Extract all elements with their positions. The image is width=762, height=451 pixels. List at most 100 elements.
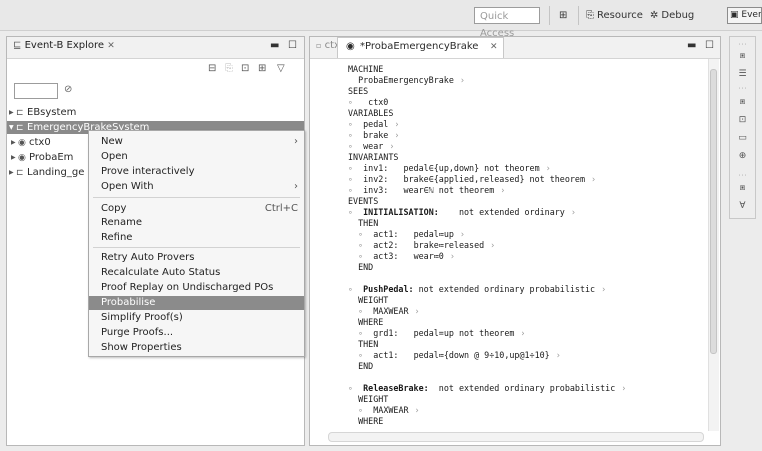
comment-marker-icon[interactable]: › [490, 240, 495, 250]
code-line: ∘ wear › [348, 141, 394, 151]
proof-tree-icon[interactable]: ▭ [730, 133, 755, 143]
menu-item-probabilise[interactable]: Probabilise [89, 296, 304, 310]
new-component-icon[interactable]: ⊞ [258, 63, 266, 74]
code-line: INVARIANTS [348, 152, 398, 162]
main-toolbar: Quick Access ⊞ ⎘Resource ✲Debug ▣ Event-… [0, 0, 762, 39]
menu-item-show-properties[interactable]: Show Properties [89, 341, 304, 355]
comment-marker-icon[interactable]: › [621, 383, 626, 393]
rodin-problems-icon[interactable]: ⊡ [730, 115, 755, 125]
minimize-icon[interactable]: ▬ [270, 40, 279, 51]
menu-item-open[interactable]: Open [89, 150, 304, 164]
comment-marker-icon[interactable]: › [394, 119, 399, 129]
obligation-explorer-icon[interactable]: ⧆ [730, 183, 755, 193]
collapse-icon[interactable]: ▼ [9, 121, 16, 134]
comment-marker-icon[interactable]: › [394, 130, 399, 140]
comment-marker-icon[interactable]: › [500, 185, 505, 195]
proof-control-icon[interactable]: ⊕ [730, 151, 755, 161]
bullet-icon: ∘ [358, 350, 374, 360]
expand-icon[interactable]: ▶ [11, 136, 18, 149]
comment-marker-icon[interactable]: › [415, 306, 420, 316]
menu-item-new[interactable]: New › [89, 135, 304, 149]
menu-item-label: Refine [101, 232, 133, 243]
comment-marker-icon[interactable]: › [460, 75, 465, 85]
collapse-all-icon[interactable]: ⊟ [208, 63, 216, 74]
machine-text[interactable]: MACHINE ProbaEmergencyBrake › SEES ∘ ctx0 VA… [348, 64, 710, 428]
context-file-icon: ▫ [316, 41, 322, 50]
code-line: END [348, 262, 373, 272]
grip-icon[interactable]: ⋯ [730, 40, 755, 50]
editor-tabbar: ▫ ctx0 ◉ *ProbaEmergencyBrake ✕ ▬ ☐ [310, 37, 720, 59]
resource-icon: ⎘ [586, 10, 594, 21]
search-hypotheses-icon[interactable]: ∀ [730, 201, 755, 211]
view-menu-icon[interactable]: ▽ [277, 63, 285, 74]
code-line: ∘ pedal › [348, 119, 399, 129]
new-project-icon[interactable]: ⊡ [241, 63, 249, 74]
comment-marker-icon[interactable]: › [601, 284, 606, 294]
side-toolbar: ⋯ ⧆ ☰ ⋯ ⧆ ⊡ ▭ ⊕ ⋯ ⧆ ∀ [729, 36, 756, 219]
open-perspective-icon[interactable]: ⊞ [559, 8, 567, 24]
comment-marker-icon[interactable]: › [450, 251, 455, 261]
minimize-icon[interactable]: ▬ [687, 40, 696, 51]
menu-item-proof-replay[interactable]: Proof Replay on Undischarged POs [89, 281, 304, 295]
code-text: grd1: pedal=up not theorem [373, 328, 515, 338]
code-line: ∘ act1: pedal≔up › [348, 229, 465, 239]
menu-item-rename[interactable]: Rename [89, 216, 304, 230]
tree-item-ebsystem[interactable]: ▶ ⊏ EBsystem [9, 106, 76, 119]
symbols-icon[interactable]: ⧆ [730, 97, 755, 107]
toolbar-separator [549, 6, 550, 25]
quick-access-input[interactable]: Quick Access [474, 7, 540, 39]
menu-item-simplify-proofs[interactable]: Simplify Proof(s) [89, 311, 304, 325]
menu-item-retry-auto-provers[interactable]: Retry Auto Provers [89, 251, 304, 265]
grip-icon[interactable]: ⋯ [730, 84, 755, 94]
code-text: WEIGHT [358, 394, 389, 404]
outline-icon[interactable]: ⧆ [730, 51, 755, 61]
clear-filter-icon[interactable]: ⊘ [64, 84, 72, 95]
filter-input[interactable] [14, 83, 58, 99]
grip-icon[interactable]: ⋯ [730, 171, 755, 181]
maximize-icon[interactable]: ☐ [705, 40, 714, 51]
menu-item-recalculate-auto-status[interactable]: Recalculate Auto Status [89, 266, 304, 280]
expand-icon[interactable]: ▶ [9, 106, 16, 119]
comment-marker-icon[interactable]: › [571, 207, 576, 217]
tab-probaemergencybrake[interactable]: ◉ *ProbaEmergencyBrake ✕ [337, 37, 504, 58]
comment-marker-icon[interactable]: › [415, 405, 420, 415]
expand-icon[interactable]: ▶ [9, 166, 16, 179]
perspective-eventb-button[interactable]: ▣ Event-B [727, 7, 762, 24]
bullet-icon: ∘ [348, 163, 364, 173]
structure-icon[interactable]: ☰ [730, 69, 755, 79]
code-text: act1: pedal≔{down @ 9÷10,up@1÷10} [373, 350, 550, 360]
tree-item-ctx0[interactable]: ▶ ◉ ctx0 [11, 136, 51, 149]
machine-icon: ◉ [18, 153, 26, 163]
menu-item-prove-interactively[interactable]: Prove interactively [89, 165, 304, 179]
comment-marker-icon[interactable]: › [460, 229, 465, 239]
bullet-icon: ∘ [348, 130, 364, 140]
perspective-debug-button[interactable]: ✲ Debug [650, 8, 694, 24]
link-editor-icon[interactable]: ⎘ [225, 63, 233, 74]
close-icon[interactable]: ✕ [107, 41, 115, 51]
comment-marker-icon[interactable]: › [546, 163, 551, 173]
perspective-resource-button[interactable]: ⎘ Resource [586, 8, 643, 24]
menu-item-label: Purge Proofs... [101, 327, 174, 338]
code-text: act2: brake≔released [373, 240, 485, 250]
project-folder-icon: ⊏ [16, 108, 24, 118]
expand-icon[interactable]: ▶ [11, 151, 18, 164]
horizontal-scrollbar[interactable] [328, 432, 704, 442]
tab-eventb-explorer[interactable]: ⊑ Event-B Explore ✕ [13, 40, 115, 51]
comment-marker-icon[interactable]: › [591, 174, 596, 184]
comment-marker-icon[interactable]: › [389, 141, 394, 151]
menu-item-refine[interactable]: Refine [89, 231, 304, 245]
context-menu: New › Open Prove interactively Open With ›… [88, 130, 305, 357]
tree-item-landing[interactable]: ▶ ⊏ Landing_ge [9, 166, 84, 179]
menu-item-copy[interactable]: Copy Ctrl+C [89, 202, 304, 216]
comment-marker-icon[interactable]: › [556, 350, 561, 360]
close-icon[interactable]: ✕ [490, 42, 498, 52]
menu-item-purge-proofs[interactable]: Purge Proofs... [89, 326, 304, 340]
comment-marker-icon[interactable]: › [520, 328, 525, 338]
tree-item-label: EBsystem [27, 107, 77, 118]
menu-item-open-with[interactable]: Open With › [89, 180, 304, 194]
bullet-icon: ∘ [348, 185, 364, 195]
maximize-icon[interactable]: ☐ [288, 40, 297, 51]
vertical-scrollbar[interactable] [708, 59, 719, 431]
tree-item-probaemergencybrake[interactable]: ▶ ◉ ProbaEm [11, 151, 73, 164]
scrollbar-thumb[interactable] [710, 69, 717, 354]
